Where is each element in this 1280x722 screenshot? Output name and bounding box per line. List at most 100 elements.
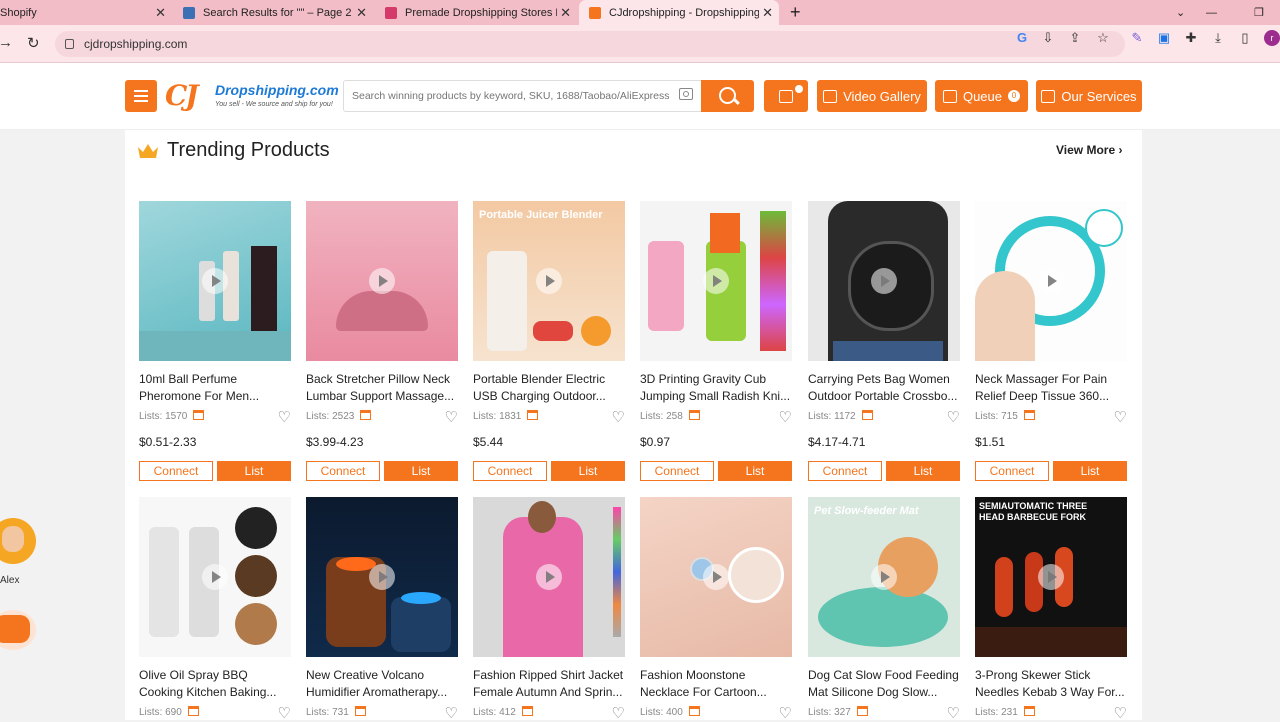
product-name[interactable]: Fashion Moonstone Necklace For Cartoon..…	[640, 667, 792, 701]
heart-icon[interactable]: ♡	[779, 704, 792, 722]
product-image[interactable]	[640, 201, 792, 361]
close-icon[interactable]: ✕	[560, 5, 571, 21]
list-button[interactable]: List	[1053, 461, 1127, 481]
pen-extension-icon[interactable]: ✎	[1130, 31, 1144, 45]
connect-button[interactable]: Connect	[306, 461, 380, 481]
product-card[interactable]: Portable Juicer Blender Portable Blender…	[473, 201, 625, 481]
heart-icon[interactable]: ♡	[445, 408, 458, 426]
heart-icon[interactable]: ♡	[947, 704, 960, 722]
heart-icon[interactable]: ♡	[1114, 704, 1127, 722]
menu-button[interactable]	[125, 80, 157, 112]
list-button[interactable]: List	[384, 461, 458, 481]
downloads-icon[interactable]: ⤓	[1211, 31, 1225, 45]
play-icon[interactable]	[202, 564, 228, 590]
product-image[interactable]	[306, 497, 458, 657]
product-image[interactable]	[306, 201, 458, 361]
list-button[interactable]: List	[718, 461, 792, 481]
product-name[interactable]: New Creative Volcano Humidifier Aromathe…	[306, 667, 458, 701]
product-image[interactable]	[139, 201, 291, 361]
connect-button[interactable]: Connect	[640, 461, 714, 481]
list-button[interactable]: List	[217, 461, 291, 481]
google-icon[interactable]: G	[1015, 31, 1029, 45]
connect-button[interactable]: Connect	[975, 461, 1049, 481]
view-more-link[interactable]: View More ›	[1056, 143, 1122, 157]
product-card[interactable]: Fashion Ripped Shirt Jacket Female Autum…	[473, 497, 625, 722]
extensions-puzzle-icon[interactable]: ✚	[1184, 31, 1198, 45]
heart-icon[interactable]: ♡	[278, 704, 291, 722]
play-icon[interactable]	[369, 564, 395, 590]
product-card[interactable]: Back Stretcher Pillow Neck Lumbar Suppor…	[306, 201, 458, 481]
product-card[interactable]: Pet Slow-feeder Mat Dog Cat Slow Food Fe…	[808, 497, 960, 722]
connect-button[interactable]: Connect	[139, 461, 213, 481]
profile-avatar-icon[interactable]: r	[1264, 30, 1280, 46]
play-icon[interactable]	[202, 268, 228, 294]
product-card[interactable]: Fashion Moonstone Necklace For Cartoon..…	[640, 497, 792, 722]
heart-icon[interactable]: ♡	[947, 408, 960, 426]
heart-icon[interactable]: ♡	[445, 704, 458, 722]
bookmark-star-icon[interactable]: ☆	[1096, 31, 1110, 45]
product-image[interactable]	[808, 201, 960, 361]
play-icon[interactable]	[871, 268, 897, 294]
heart-icon[interactable]: ♡	[612, 408, 625, 426]
site-logo[interactable]: CJ Dropshipping.com You sell - We source…	[165, 79, 340, 115]
install-icon[interactable]: ⇩	[1041, 31, 1055, 45]
play-icon[interactable]	[703, 564, 729, 590]
product-image[interactable]	[640, 497, 792, 657]
product-card[interactable]: Olive Oil Spray BBQ Cooking Kitchen Baki…	[139, 497, 291, 722]
product-name[interactable]: Portable Blender Electric USB Charging O…	[473, 371, 625, 405]
product-name[interactable]: Back Stretcher Pillow Neck Lumbar Suppor…	[306, 371, 458, 405]
reload-icon[interactable]: ↻	[27, 34, 40, 52]
product-image[interactable]	[975, 201, 1127, 361]
address-bar[interactable]: cjdropshipping.com	[55, 31, 1125, 57]
heart-icon[interactable]: ♡	[779, 408, 792, 426]
close-icon[interactable]: ✕	[762, 5, 773, 21]
play-icon[interactable]	[871, 564, 897, 590]
share-icon[interactable]: ⇪	[1068, 31, 1082, 45]
product-image[interactable]	[139, 497, 291, 657]
new-tab-icon[interactable]: +	[790, 0, 810, 25]
browser-tab-shopify[interactable]: Shopify ✕	[0, 0, 172, 25]
product-image[interactable]: Portable Juicer Blender	[473, 201, 625, 361]
product-name[interactable]: Dog Cat Slow Food Feeding Mat Silicone D…	[808, 667, 960, 701]
search-button[interactable]	[701, 80, 754, 112]
cart-button[interactable]	[764, 80, 808, 112]
list-button[interactable]: List	[886, 461, 960, 481]
browser-tab-cjdropshipping[interactable]: CJdropshipping - Dropshipping F ✕	[579, 0, 779, 25]
product-image[interactable]: Pet Slow-feeder Mat	[808, 497, 960, 657]
heart-icon[interactable]: ♡	[278, 408, 291, 426]
play-icon[interactable]	[1038, 268, 1064, 294]
minimize-icon[interactable]: —	[1206, 0, 1220, 25]
play-icon[interactable]	[703, 268, 729, 294]
heart-icon[interactable]: ♡	[612, 704, 625, 722]
close-icon[interactable]: ✕	[356, 5, 367, 21]
product-name[interactable]: Neck Massager For Pain Relief Deep Tissu…	[975, 371, 1127, 405]
product-image[interactable]: SEMIAUTOMATIC THREE HEAD BARBECUE FORK	[975, 497, 1127, 657]
product-card[interactable]: 3D Printing Gravity Cub Jumping Small Ra…	[640, 201, 792, 481]
search-input[interactable]	[343, 80, 701, 112]
video-gallery-button[interactable]: Video Gallery	[817, 80, 927, 112]
product-card[interactable]: Carrying Pets Bag Women Outdoor Portable…	[808, 201, 960, 481]
forward-icon[interactable]: →	[0, 34, 13, 51]
product-name[interactable]: 10ml Ball Perfume Pheromone For Men...	[139, 371, 291, 405]
play-icon[interactable]	[536, 564, 562, 590]
connect-button[interactable]: Connect	[473, 461, 547, 481]
product-card[interactable]: Neck Massager For Pain Relief Deep Tissu…	[975, 201, 1127, 481]
queue-button[interactable]: Queue 0	[935, 80, 1028, 112]
product-name[interactable]: Fashion Ripped Shirt Jacket Female Autum…	[473, 667, 625, 701]
chevron-down-icon[interactable]: ⌄	[1176, 0, 1190, 25]
heart-icon[interactable]: ♡	[1114, 408, 1127, 426]
play-icon[interactable]	[369, 268, 395, 294]
product-image[interactable]	[473, 497, 625, 657]
camera-search-icon[interactable]	[679, 88, 693, 100]
connect-button[interactable]: Connect	[808, 461, 882, 481]
product-card[interactable]: 10ml Ball Perfume Pheromone For Men... L…	[139, 201, 291, 481]
list-button[interactable]: List	[551, 461, 625, 481]
play-icon[interactable]	[536, 268, 562, 294]
browser-tab-premade[interactable]: Premade Dropshipping Stores For ✕	[377, 0, 577, 25]
our-services-button[interactable]: Our Services	[1036, 80, 1142, 112]
extension-app-icon[interactable]: ▣	[1157, 31, 1171, 45]
play-icon[interactable]	[1038, 564, 1064, 590]
product-name[interactable]: 3D Printing Gravity Cub Jumping Small Ra…	[640, 371, 792, 405]
restore-icon[interactable]: ❐	[1254, 0, 1268, 25]
product-card[interactable]: SEMIAUTOMATIC THREE HEAD BARBECUE FORK 3…	[975, 497, 1127, 722]
